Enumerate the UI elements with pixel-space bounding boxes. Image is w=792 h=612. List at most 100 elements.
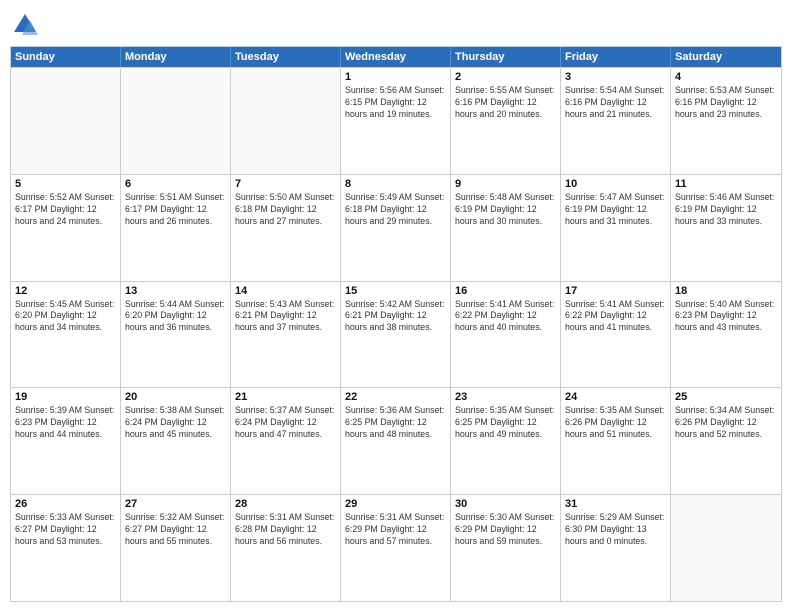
cal-cell-day-17: 17 Sunrise: 5:41 AM Sunset: 6:22 PM Dayli… [561,282,671,388]
cell-daylight-info: Sunrise: 5:43 AM Sunset: 6:21 PM Dayligh… [235,299,336,335]
cal-cell-day-31: 31Sunrise: 5:29 AM Sunset: 6:30 PM Dayli… [561,495,671,601]
cell-daylight-info: Sunrise: 5:54 AM Sunset: 6:16 PM Dayligh… [565,85,666,121]
day-number: 25 [675,391,777,403]
day-number: 8 [345,178,446,190]
cal-cell-day-11: 11 Sunrise: 5:46 AM Sunset: 6:19 PM Dayli… [671,175,781,281]
day-number: 1 [345,71,446,83]
cell-daylight-info: Sunrise: 5:55 AM Sunset: 6:16 PM Dayligh… [455,85,556,121]
cell-daylight-info: Sunrise: 5:53 AM Sunset: 6:16 PM Dayligh… [675,85,777,121]
cal-cell-day-26: 26 Sunrise: 5:33 AM Sunset: 6:27 PM Dayli… [11,495,121,601]
cal-cell-empty [231,68,341,174]
cal-cell-day-22: 22 Sunrise: 5:36 AM Sunset: 6:25 PM Dayli… [341,388,451,494]
header-day-friday: Friday [561,47,671,67]
cal-cell-day-7: 7 Sunrise: 5:50 AM Sunset: 6:18 PM Daylig… [231,175,341,281]
cal-cell-day-27: 27 Sunrise: 5:32 AM Sunset: 6:27 PM Dayli… [121,495,231,601]
cal-cell-day-8: 8 Sunrise: 5:49 AM Sunset: 6:18 PM Daylig… [341,175,451,281]
day-number: 12 [15,285,116,297]
calendar-row-1: 5 Sunrise: 5:52 AM Sunset: 6:17 PM Daylig… [11,174,781,281]
day-number: 17 [565,285,666,297]
cell-daylight-info: Sunrise: 5:46 AM Sunset: 6:19 PM Dayligh… [675,192,777,228]
cal-cell-day-16: 16Sunrise: 5:41 AM Sunset: 6:22 PM Dayli… [451,282,561,388]
cal-cell-day-25: 25 Sunrise: 5:34 AM Sunset: 6:26 PM Dayli… [671,388,781,494]
day-number: 5 [15,178,116,190]
day-number: 26 [15,498,116,510]
day-number: 27 [125,498,226,510]
day-number: 31 [565,498,666,510]
cell-daylight-info: Sunrise: 5:48 AM Sunset: 6:19 PM Dayligh… [455,192,556,228]
day-number: 7 [235,178,336,190]
cal-cell-day-10: 10 Sunrise: 5:47 AM Sunset: 6:19 PM Dayli… [561,175,671,281]
cell-daylight-info: Sunrise: 5:44 AM Sunset: 6:20 PM Dayligh… [125,299,226,335]
day-number: 13 [125,285,226,297]
cal-cell-empty [121,68,231,174]
day-number: 29 [345,498,446,510]
day-number: 30 [455,498,556,510]
day-number: 3 [565,71,666,83]
cell-daylight-info: Sunrise: 5:33 AM Sunset: 6:27 PM Dayligh… [15,512,116,548]
day-number: 16 [455,285,556,297]
cal-cell-day-20: 20Sunrise: 5:38 AM Sunset: 6:24 PM Dayli… [121,388,231,494]
header-day-thursday: Thursday [451,47,561,67]
day-number: 22 [345,391,446,403]
header-day-tuesday: Tuesday [231,47,341,67]
day-number: 23 [455,391,556,403]
cal-cell-day-30: 30 Sunrise: 5:30 AM Sunset: 6:29 PM Dayli… [451,495,561,601]
cell-daylight-info: Sunrise: 5:34 AM Sunset: 6:26 PM Dayligh… [675,405,777,441]
cell-daylight-info: Sunrise: 5:50 AM Sunset: 6:18 PM Dayligh… [235,192,336,228]
cell-daylight-info: Sunrise: 5:49 AM Sunset: 6:18 PM Dayligh… [345,192,446,228]
day-number: 18 [675,285,777,297]
cell-daylight-info: Sunrise: 5:42 AM Sunset: 6:21 PM Dayligh… [345,299,446,335]
day-number: 10 [565,178,666,190]
day-number: 11 [675,178,777,190]
day-number: 2 [455,71,556,83]
calendar-row-2: 12 Sunrise: 5:45 AM Sunset: 6:20 PM Dayli… [11,281,781,388]
day-number: 4 [675,71,777,83]
cell-daylight-info: Sunrise: 5:56 AM Sunset: 6:15 PM Dayligh… [345,85,446,121]
cell-daylight-info: Sunrise: 5:40 AM Sunset: 6:23 PM Dayligh… [675,299,777,335]
cell-daylight-info: Sunrise: 5:39 AM Sunset: 6:23 PM Dayligh… [15,405,116,441]
cal-cell-empty [671,495,781,601]
cal-cell-day-2: 2 Sunrise: 5:55 AM Sunset: 6:16 PM Daylig… [451,68,561,174]
cell-daylight-info: Sunrise: 5:30 AM Sunset: 6:29 PM Dayligh… [455,512,556,548]
cell-daylight-info: Sunrise: 5:41 AM Sunset: 6:22 PM Dayligh… [565,299,666,335]
cell-daylight-info: Sunrise: 5:45 AM Sunset: 6:20 PM Dayligh… [15,299,116,335]
cal-cell-day-4: 4 Sunrise: 5:53 AM Sunset: 6:16 PM Daylig… [671,68,781,174]
day-number: 15 [345,285,446,297]
header [10,10,782,40]
cal-cell-day-9: 9Sunrise: 5:48 AM Sunset: 6:19 PM Daylig… [451,175,561,281]
cell-daylight-info: Sunrise: 5:51 AM Sunset: 6:17 PM Dayligh… [125,192,226,228]
calendar-row-0: 1 Sunrise: 5:56 AM Sunset: 6:15 PM Daylig… [11,67,781,174]
header-day-wednesday: Wednesday [341,47,451,67]
cell-daylight-info: Sunrise: 5:32 AM Sunset: 6:27 PM Dayligh… [125,512,226,548]
day-number: 19 [15,391,116,403]
header-day-sunday: Sunday [11,47,121,67]
cal-cell-day-23: 23 Sunrise: 5:35 AM Sunset: 6:25 PM Dayli… [451,388,561,494]
day-number: 14 [235,285,336,297]
page: SundayMondayTuesdayWednesdayThursdayFrid… [0,0,792,612]
day-number: 21 [235,391,336,403]
cell-daylight-info: Sunrise: 5:36 AM Sunset: 6:25 PM Dayligh… [345,405,446,441]
day-number: 20 [125,391,226,403]
cal-cell-day-24: 24Sunrise: 5:35 AM Sunset: 6:26 PM Dayli… [561,388,671,494]
calendar-header: SundayMondayTuesdayWednesdayThursdayFrid… [11,47,781,67]
calendar-row-4: 26 Sunrise: 5:33 AM Sunset: 6:27 PM Dayli… [11,494,781,601]
cell-daylight-info: Sunrise: 5:31 AM Sunset: 6:29 PM Dayligh… [345,512,446,548]
cal-cell-day-28: 28 Sunrise: 5:31 AM Sunset: 6:28 PM Dayli… [231,495,341,601]
cal-cell-day-18: 18 Sunrise: 5:40 AM Sunset: 6:23 PM Dayli… [671,282,781,388]
cell-daylight-info: Sunrise: 5:37 AM Sunset: 6:24 PM Dayligh… [235,405,336,441]
calendar-row-3: 19 Sunrise: 5:39 AM Sunset: 6:23 PM Dayli… [11,387,781,494]
cell-daylight-info: Sunrise: 5:31 AM Sunset: 6:28 PM Dayligh… [235,512,336,548]
cell-daylight-info: Sunrise: 5:35 AM Sunset: 6:25 PM Dayligh… [455,405,556,441]
calendar-body: 1 Sunrise: 5:56 AM Sunset: 6:15 PM Daylig… [11,67,781,601]
cal-cell-day-14: 14 Sunrise: 5:43 AM Sunset: 6:21 PM Dayli… [231,282,341,388]
cell-daylight-info: Sunrise: 5:47 AM Sunset: 6:19 PM Dayligh… [565,192,666,228]
cal-cell-empty [11,68,121,174]
day-number: 24 [565,391,666,403]
day-number: 6 [125,178,226,190]
cal-cell-day-15: 15 Sunrise: 5:42 AM Sunset: 6:21 PM Dayli… [341,282,451,388]
calendar: SundayMondayTuesdayWednesdayThursdayFrid… [10,46,782,602]
cell-daylight-info: Sunrise: 5:52 AM Sunset: 6:17 PM Dayligh… [15,192,116,228]
day-number: 28 [235,498,336,510]
logo-icon [10,10,40,40]
cal-cell-day-6: 6 Sunrise: 5:51 AM Sunset: 6:17 PM Daylig… [121,175,231,281]
